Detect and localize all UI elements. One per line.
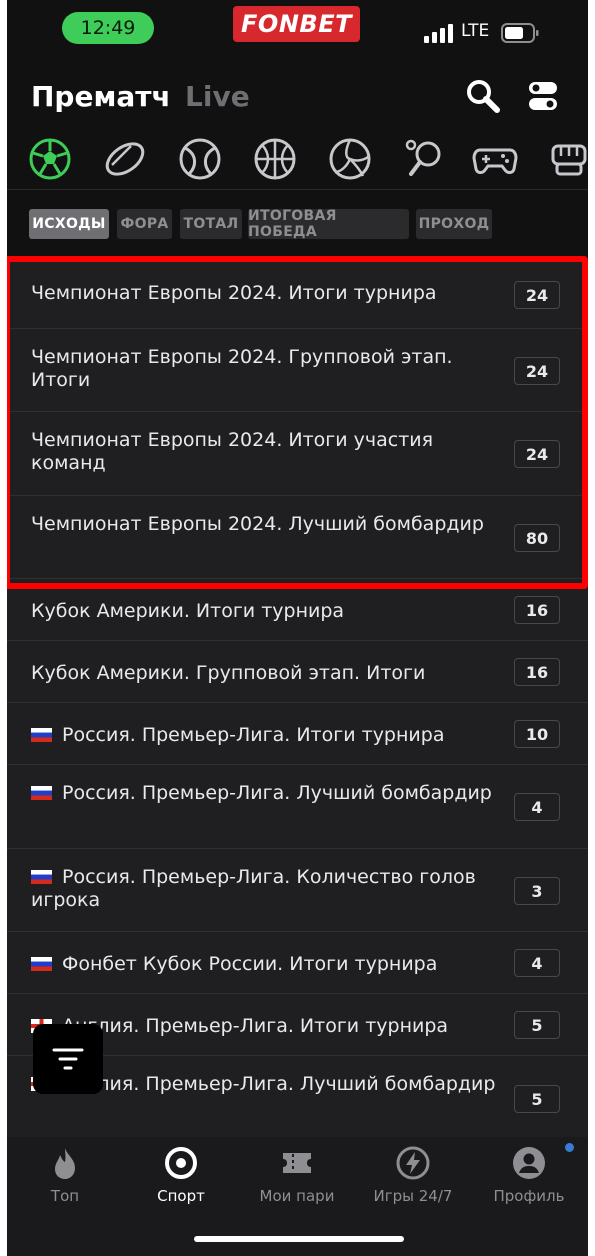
list-item-title: Фонбет Кубок России. Итоги турнира bbox=[31, 953, 498, 976]
russia-flag-icon bbox=[31, 786, 52, 800]
list-item-label: Кубок Америки. Итоги турнира bbox=[31, 600, 345, 622]
nav-top-label: Топ bbox=[50, 1187, 80, 1205]
list-item-label: Фонбет Кубок России. Итоги турнира bbox=[62, 953, 438, 975]
list-item-title: Чемпионат Европы 2024. Итоги турнира bbox=[31, 282, 498, 305]
home-indicator bbox=[194, 1236, 404, 1242]
market-count-badge: 10 bbox=[514, 720, 560, 748]
tab-prematch[interactable]: Прематч bbox=[31, 80, 171, 113]
list-item[interactable]: Чемпионат Европы 2024. Лучший бомбардир 8… bbox=[7, 495, 588, 578]
market-count-badge: 16 bbox=[514, 658, 560, 686]
nav-sport-label: Спорт bbox=[157, 1187, 205, 1205]
nav-my-bets-label: Мои пари bbox=[259, 1187, 335, 1205]
status-bar: 12:49 FONBET LTE bbox=[7, 0, 588, 58]
list-item-title: Чемпионат Европы 2024. Групповой этап. И… bbox=[31, 346, 498, 392]
list-item-label: Чемпионат Европы 2024. Итоги турнира bbox=[31, 282, 437, 304]
market-count-badge: 5 bbox=[514, 1085, 560, 1113]
list-item[interactable]: Чемпионат Европы 2024. Итоги участия ком… bbox=[7, 411, 588, 495]
nav-games[interactable]: Игры 24/7 bbox=[355, 1145, 471, 1205]
list-item-label: Россия. Премьер-Лига. Лучший бомбардир bbox=[62, 782, 492, 804]
signal-icon bbox=[424, 24, 453, 43]
list-item-label: Россия. Премьер-Лига. Итоги турнира bbox=[62, 724, 445, 746]
list-item[interactable]: Чемпионат Европы 2024. Итоги турнира 24 bbox=[7, 260, 588, 328]
filter-button[interactable] bbox=[33, 1024, 103, 1094]
nav-sport[interactable]: Спорт bbox=[123, 1145, 239, 1205]
list-item-label: Чемпионат Европы 2024. Групповой этап. И… bbox=[31, 346, 453, 391]
market-count-badge: 3 bbox=[514, 877, 560, 905]
chip-handicap[interactable]: ФОРА bbox=[117, 209, 172, 239]
search-icon[interactable] bbox=[463, 76, 503, 116]
russia-flag-icon bbox=[31, 870, 52, 884]
list-item-title: Россия. Премьер-Лига. Лучший бомбардир bbox=[31, 782, 498, 805]
tennis-icon[interactable] bbox=[177, 136, 223, 182]
russia-flag-icon bbox=[31, 728, 52, 742]
list-item-title: Россия. Премьер-Лига. Количество голов и… bbox=[31, 866, 498, 912]
nav-profile-label: Профиль bbox=[493, 1187, 565, 1205]
list-item[interactable]: Россия. Премьер-Лига. Итоги турнира 10 bbox=[7, 702, 588, 764]
market-count-badge: 24 bbox=[514, 440, 560, 468]
market-count-badge: 5 bbox=[514, 1011, 560, 1039]
fire-icon bbox=[55, 1148, 75, 1179]
list-item-label: Англия. Премьер-Лига. Лучший бомбардир bbox=[62, 1073, 496, 1095]
status-time: 12:49 bbox=[62, 12, 154, 44]
russia-flag-icon bbox=[31, 957, 52, 971]
nav-games-label: Игры 24/7 bbox=[373, 1187, 453, 1205]
list-item[interactable]: Кубок Америки. Итоги турнира 16 bbox=[7, 578, 588, 640]
sport-icon bbox=[165, 1147, 197, 1179]
sport-icons-row bbox=[7, 136, 588, 184]
mma-icon[interactable] bbox=[547, 136, 588, 182]
esports-icon[interactable] bbox=[472, 136, 518, 182]
list-item-title: Чемпионат Европы 2024. Итоги участия ком… bbox=[31, 429, 498, 475]
list-item[interactable]: Чемпионат Европы 2024. Групповой этап. И… bbox=[7, 328, 588, 411]
nav-profile[interactable]: Профиль bbox=[471, 1145, 587, 1205]
market-count-badge: 4 bbox=[514, 949, 560, 977]
chip-total[interactable]: ТОТАЛ bbox=[180, 209, 242, 239]
header: Прематч Live bbox=[7, 72, 588, 122]
fonbet-logo: FONBET bbox=[233, 6, 360, 42]
nav-top[interactable]: Топ bbox=[7, 1145, 123, 1205]
list-item-title: Чемпионат Европы 2024. Лучший бомбардир bbox=[31, 513, 498, 536]
lightning-icon bbox=[396, 1146, 430, 1180]
market-count-badge: 24 bbox=[514, 357, 560, 385]
market-count-badge: 16 bbox=[514, 596, 560, 624]
list-item-label: Кубок Америки. Групповой этап. Итоги bbox=[31, 662, 426, 684]
filter-icon bbox=[52, 1048, 84, 1070]
list-item[interactable]: Россия. Премьер-Лига. Количество голов и… bbox=[7, 848, 588, 931]
basketball-icon[interactable] bbox=[252, 136, 298, 182]
network-label: LTE bbox=[461, 21, 490, 41]
chip-final-win[interactable]: ИТОГОВАЯ ПОБЕДА bbox=[248, 208, 409, 240]
chip-outcomes[interactable]: ИСХОДЫ bbox=[29, 209, 109, 239]
sports-divider bbox=[7, 189, 588, 190]
list-item-title: Кубок Америки. Итоги турнира bbox=[31, 600, 498, 623]
tab-live[interactable]: Live bbox=[185, 80, 250, 113]
volleyball-icon[interactable] bbox=[327, 136, 373, 182]
battery-icon bbox=[501, 23, 539, 43]
notification-dot bbox=[565, 1143, 574, 1152]
profile-icon bbox=[513, 1147, 545, 1179]
list-item[interactable]: Кубок Америки. Групповой этап. Итоги 16 bbox=[7, 640, 588, 702]
list-item-title: Россия. Премьер-Лига. Итоги турнира bbox=[31, 724, 498, 747]
chip-qualify[interactable]: ПРОХОД bbox=[416, 209, 492, 239]
table-tennis-icon[interactable] bbox=[402, 136, 448, 182]
list-item[interactable]: Фонбет Кубок России. Итоги турнира 4 bbox=[7, 931, 588, 993]
list-item-label: Чемпионат Европы 2024. Итоги участия ком… bbox=[31, 429, 434, 474]
ticket-icon bbox=[283, 1153, 311, 1173]
list-item-label: Россия. Премьер-Лига. Количество голов и… bbox=[31, 866, 476, 911]
football-icon[interactable] bbox=[27, 136, 73, 182]
settings-toggle-icon[interactable] bbox=[523, 76, 563, 116]
list-item[interactable]: Россия. Премьер-Лига. Лучший бомбардир 4 bbox=[7, 764, 588, 848]
market-count-badge: 24 bbox=[514, 281, 560, 309]
app-screen: 12:49 FONBET LTE Прематч Live ИСХОДЫ ФОР… bbox=[7, 0, 588, 1256]
list-item-label: Англия. Премьер-Лига. Итоги турнира bbox=[62, 1015, 449, 1037]
market-count-badge: 80 bbox=[514, 524, 560, 552]
hockey-icon[interactable] bbox=[102, 136, 148, 182]
nav-my-bets[interactable]: Мои пари bbox=[239, 1145, 355, 1205]
list-item-label: Чемпионат Европы 2024. Лучший бомбардир bbox=[31, 513, 484, 535]
market-count-badge: 4 bbox=[514, 793, 560, 821]
list-item-title: Кубок Америки. Групповой этап. Итоги bbox=[31, 662, 498, 685]
